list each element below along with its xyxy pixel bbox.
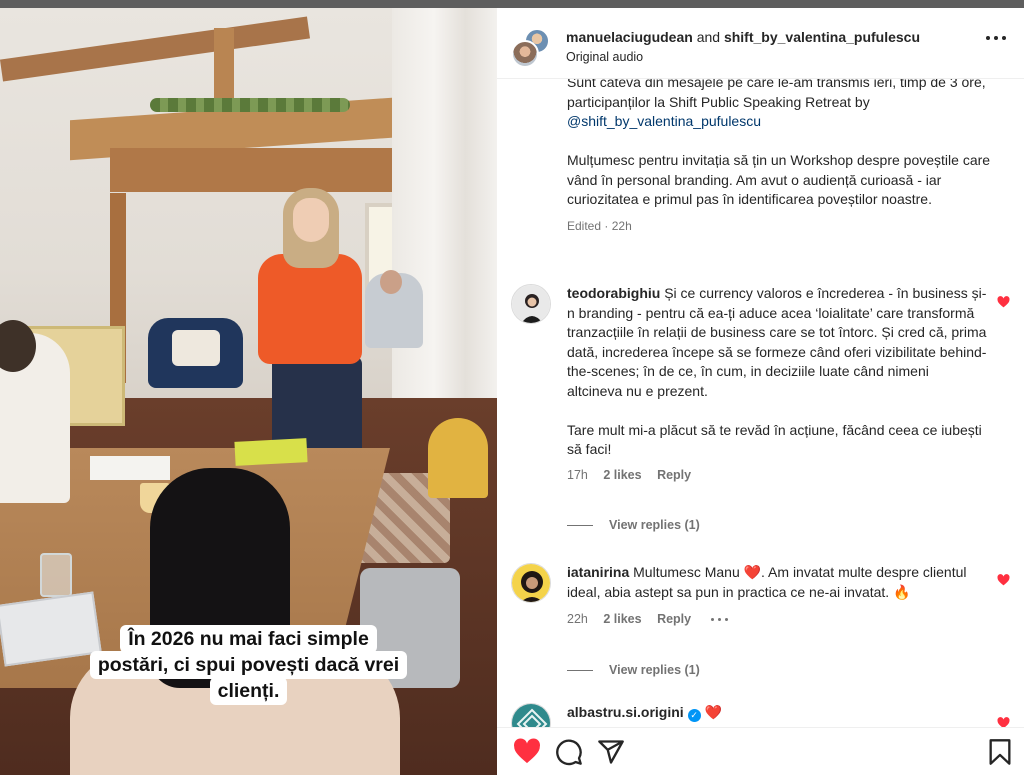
heart-filled-icon[interactable] xyxy=(513,738,541,766)
divider-line xyxy=(567,670,593,672)
view-replies-label: View replies (1) xyxy=(609,663,700,677)
comment-meta: 22h 2 likes Reply xyxy=(567,610,987,630)
video-scene-glass xyxy=(40,553,72,597)
view-replies-label: View replies (1) xyxy=(609,518,700,532)
caption-meta: Edited · 22h xyxy=(567,217,997,237)
caption-paragraph: Mulțumesc pentru invitația să țin un Wor… xyxy=(567,152,991,207)
comment-body: albastru.si.origini ✓ ❤️ xyxy=(567,703,987,723)
video-scene-beam xyxy=(214,28,234,108)
comment-time[interactable]: 22h xyxy=(567,612,588,626)
video-scene-plants xyxy=(150,98,350,112)
comment-reply-button[interactable]: Reply xyxy=(657,468,691,482)
video-scene-notebook xyxy=(234,438,308,466)
reel-video[interactable]: În 2026 nu mai faci simple postări, ci s… xyxy=(0,8,497,775)
comment-text: Și ce currency valoros e încrederea - în… xyxy=(567,285,987,399)
author-username-link[interactable]: manuelaciugudean xyxy=(566,29,693,45)
view-replies-button[interactable]: View replies (1) xyxy=(567,518,700,532)
comment-text: ❤️ xyxy=(704,704,722,720)
coauthor-username-link[interactable]: shift_by_valentina_pufulescu xyxy=(724,29,920,45)
view-replies-button[interactable]: View replies (1) xyxy=(567,663,700,677)
comment-time[interactable]: 17h xyxy=(567,468,588,482)
comment-options-icon[interactable] xyxy=(710,617,729,622)
divider-line xyxy=(567,525,593,527)
comment-meta: 17h 2 likes Reply xyxy=(567,466,987,486)
comment-body: iatanirina Multumesc Manu ❤️. Am invatat… xyxy=(567,563,987,630)
audio-link[interactable]: Original audio xyxy=(566,50,643,64)
more-dot xyxy=(986,36,990,40)
window-top-bar xyxy=(0,0,1024,8)
more-dot xyxy=(994,36,998,40)
verified-badge-icon: ✓ xyxy=(687,709,701,722)
comments-scroll-area[interactable]: Sunt câteva din mesajele pe care le-am t… xyxy=(497,79,1024,727)
more-dot xyxy=(1002,36,1006,40)
post-header: manuelaciugudean and shift_by_valentina_… xyxy=(497,8,1024,79)
meta-separator: · xyxy=(604,219,609,233)
video-scene-paper xyxy=(90,456,170,480)
avatar[interactable] xyxy=(511,563,551,603)
comment-reply-button[interactable]: Reply xyxy=(657,612,691,626)
video-scene-speaker xyxy=(293,198,329,242)
video-scene-beam xyxy=(110,148,410,192)
more-horizontal-icon[interactable] xyxy=(986,36,1006,42)
comment-username-link[interactable]: iatanirina xyxy=(567,564,629,580)
edited-label: Edited xyxy=(567,219,602,233)
post-detail-panel: manuelaciugudean and shift_by_valentina_… xyxy=(497,8,1024,775)
video-caption-line: clienți. xyxy=(209,677,288,705)
post-actions-bar xyxy=(497,727,1024,775)
video-caption-line: postări, ci spui povești dacă vrei xyxy=(89,651,408,679)
comment-likes-link[interactable]: 2 likes xyxy=(603,612,641,626)
video-caption: În 2026 nu mai faci simple postări, ci s… xyxy=(0,625,497,705)
comment-likes-link[interactable]: 2 likes xyxy=(603,468,641,482)
video-caption-line: În 2026 nu mai faci simple xyxy=(120,625,377,653)
video-scene-speaker xyxy=(258,254,362,364)
video-scene-yellow-chair xyxy=(428,418,488,498)
caption-mention-link[interactable]: @shift_by_valentina_pufulescu xyxy=(567,113,761,129)
share-icon[interactable] xyxy=(597,738,625,766)
comment-text: Tare mult mi-a plăcut să te revăd în acț… xyxy=(567,421,982,458)
options-dot xyxy=(710,617,714,621)
caption-time[interactable]: 22h xyxy=(612,219,632,233)
heart-filled-icon[interactable] xyxy=(997,717,1010,727)
comment-icon[interactable] xyxy=(555,738,583,766)
post-authors: manuelaciugudean and shift_by_valentina_… xyxy=(566,29,920,45)
video-scene-pillow xyxy=(172,330,220,366)
avatar[interactable] xyxy=(511,703,551,727)
heart-filled-icon[interactable] xyxy=(997,574,1010,586)
options-dot xyxy=(724,617,728,621)
authors-joiner: and xyxy=(696,29,721,45)
caption-text: Sunt câteva din mesajele pe care le-am t… xyxy=(567,79,986,110)
comment-body: teodorabighiu Și ce currency valoros e î… xyxy=(567,284,987,485)
comment-username-link[interactable]: albastru.si.origini xyxy=(567,704,684,720)
heart-filled-icon[interactable] xyxy=(997,296,1010,308)
avatar[interactable] xyxy=(511,284,551,324)
video-scene-seated-man-head xyxy=(380,270,402,294)
post-caption: Sunt câteva din mesajele pe care le-am t… xyxy=(567,79,997,237)
bookmark-icon[interactable] xyxy=(986,738,1014,766)
avatar[interactable] xyxy=(511,40,539,68)
options-dot xyxy=(717,617,721,621)
comment-username-link[interactable]: teodorabighiu xyxy=(567,285,660,301)
